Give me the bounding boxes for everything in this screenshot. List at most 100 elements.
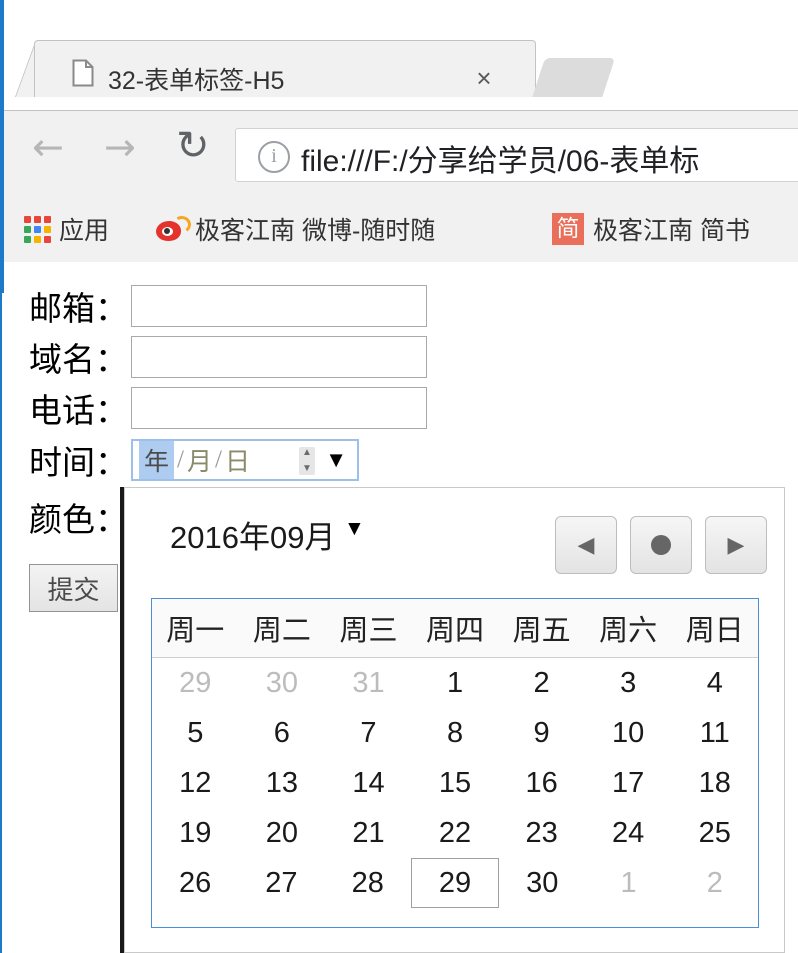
date-segment-year[interactable]: 年 — [139, 441, 175, 479]
calendar-day[interactable]: 3 — [585, 658, 672, 708]
date-segment-month[interactable]: 月 — [187, 442, 212, 478]
calendar-month-label[interactable]: 2016年09月 — [170, 512, 335, 557]
bookmarks-bar: 应用 极客江南 微博-随时随 简 极客江南 简书 — [4, 195, 798, 263]
calendar-dropdown-icon[interactable]: ▼ — [325, 449, 347, 471]
calendar-day[interactable]: 15 — [412, 758, 499, 808]
date-spinner[interactable]: ▲ ▼ — [299, 447, 315, 475]
calendar-day[interactable]: 9 — [498, 708, 585, 758]
chevron-left-icon: ◀ — [577, 532, 595, 557]
bookmark-label: 应用 — [59, 216, 110, 245]
date-field[interactable]: 年 / 月 / 日 ▲ ▼ ▼ — [131, 439, 359, 481]
calendar-day[interactable]: 27 — [238, 858, 324, 908]
chevron-down-icon[interactable]: ▼ — [344, 518, 365, 539]
calendar-day[interactable]: 10 — [585, 708, 672, 758]
weekday-label: 周四 — [426, 615, 485, 647]
calendar-day[interactable]: 22 — [412, 808, 499, 858]
form-label-date: 时间： — [29, 446, 128, 482]
calendar-day-today[interactable]: 29 — [410, 858, 500, 908]
calendar-day[interactable]: 31 — [325, 658, 412, 708]
address-bar-url: file:///F:/分享给学员/06-表单标 — [301, 145, 700, 178]
weekday-label: 周一 — [166, 615, 225, 647]
calendar-day[interactable]: 26 — [152, 858, 238, 908]
calendar-day[interactable]: 11 — [671, 708, 758, 758]
tab-strip: 32-表单标签-H5 × — [4, 4, 798, 116]
calendar-day[interactable]: 1 — [412, 658, 499, 708]
tab-title: 32-表单标签-H5 — [108, 67, 285, 95]
form-row-url: 域名： — [4, 335, 427, 379]
calendar-day[interactable]: 8 — [412, 708, 499, 758]
calendar-day[interactable]: 2 — [672, 858, 758, 908]
calendar-day[interactable]: 21 — [325, 808, 412, 858]
form-row-date: 时间： 年 / 月 / 日 ▲ ▼ ▼ — [4, 438, 359, 482]
bookmark-weibo[interactable]: 极客江南 微博-随时随 — [156, 195, 435, 262]
calendar-week-row: 5 6 7 8 9 10 11 — [152, 708, 758, 758]
jianshu-icon: 简 — [552, 212, 584, 245]
form-label-tel: 电话： — [29, 394, 128, 430]
close-icon[interactable]: × — [470, 64, 498, 92]
form-label-color: 颜色： — [29, 503, 128, 539]
form-row-tel: 电话： — [4, 386, 427, 430]
calendar-day[interactable]: 7 — [325, 708, 412, 758]
calendar-day[interactable]: 28 — [325, 858, 411, 908]
back-arrow-icon[interactable]: ← — [32, 128, 64, 166]
circle-icon — [651, 535, 671, 555]
calendar-day[interactable]: 1 — [585, 858, 671, 908]
submit-button[interactable]: 提交 — [29, 564, 118, 612]
calendar-grid: 周一 周二 周三 周四 周五 周六 周日 29 30 31 1 2 3 4 5 6 7 8 9 10 11… — [151, 598, 759, 928]
prev-month-button[interactable]: ◀ — [555, 516, 617, 574]
calendar-day[interactable]: 6 — [239, 708, 326, 758]
chevron-right-icon: ▶ — [727, 532, 745, 557]
form-row-color: 颜色： — [4, 495, 128, 539]
calendar-day[interactable]: 14 — [325, 758, 412, 808]
calendar-day[interactable]: 17 — [585, 758, 672, 808]
date-segment-day[interactable]: 日 — [225, 442, 250, 478]
email-field[interactable] — [131, 285, 427, 327]
page-icon — [72, 59, 94, 87]
calendar-day[interactable]: 12 — [152, 758, 239, 808]
weekday-label: 周五 — [512, 615, 571, 647]
new-tab-button[interactable] — [531, 58, 615, 101]
calendar-day[interactable]: 18 — [671, 758, 758, 808]
bookmark-apps[interactable]: 应用 — [24, 195, 109, 262]
calendar-day[interactable]: 5 — [152, 708, 239, 758]
address-bar[interactable]: i file:///F:/分享给学员/06-表单标 — [235, 128, 798, 182]
weekday-label: 周三 — [339, 615, 398, 647]
calendar-week-row: 12 13 14 15 16 17 18 — [152, 758, 758, 808]
apps-grid-icon — [24, 215, 51, 243]
calendar-day[interactable]: 30 — [239, 658, 326, 708]
weekday-label: 周日 — [685, 615, 744, 647]
calendar-day[interactable]: 13 — [239, 758, 326, 808]
reload-icon[interactable]: ↻ — [176, 126, 210, 166]
form-label-url: 域名： — [29, 343, 128, 379]
url-field[interactable] — [131, 336, 427, 378]
date-separator: / — [177, 446, 184, 473]
date-segments: 年 / 月 / 日 — [139, 441, 250, 479]
calendar-day[interactable]: 4 — [671, 658, 758, 708]
bookmark-label: 极客江南 微博-随时随 — [195, 216, 436, 245]
calendar-day[interactable]: 30 — [499, 858, 585, 908]
calendar-day[interactable]: 2 — [498, 658, 585, 708]
weibo-icon — [156, 214, 193, 242]
today-button[interactable] — [630, 516, 692, 574]
calendar-weeks: 29 30 31 1 2 3 4 5 6 7 8 9 10 11 12 13 14 15 16 17 18 19 20 21 2… — [152, 658, 758, 908]
calendar-day[interactable]: 24 — [585, 808, 672, 858]
form-label-email: 邮箱： — [29, 292, 128, 328]
form-row-email: 邮箱： — [4, 284, 427, 328]
calendar-day[interactable]: 19 — [152, 808, 239, 858]
calendar-week-row: 19 20 21 22 23 24 25 — [152, 808, 758, 858]
page-content: 邮箱： 域名： 电话： 时间： 年 / 月 / 日 ▲ ▼ ▼ 颜色： 提交 2… — [4, 262, 798, 953]
calendar-day[interactable]: 20 — [239, 808, 326, 858]
calendar-day[interactable]: 25 — [671, 808, 758, 858]
bookmark-jianshu[interactable]: 简 极客江南 简书 — [552, 195, 750, 262]
calendar-day[interactable]: 29 — [152, 658, 239, 708]
spinner-down-icon[interactable]: ▼ — [302, 464, 312, 474]
weekday-label: 周六 — [599, 615, 658, 647]
spinner-up-icon[interactable]: ▲ — [302, 448, 312, 458]
calendar-day[interactable]: 23 — [498, 808, 585, 858]
info-icon[interactable]: i — [258, 141, 290, 173]
bookmark-label: 极客江南 简书 — [593, 216, 750, 245]
tel-field[interactable] — [131, 387, 427, 429]
next-month-button[interactable]: ▶ — [705, 516, 767, 574]
calendar-day[interactable]: 16 — [498, 758, 585, 808]
forward-arrow-icon[interactable]: → — [104, 128, 136, 166]
